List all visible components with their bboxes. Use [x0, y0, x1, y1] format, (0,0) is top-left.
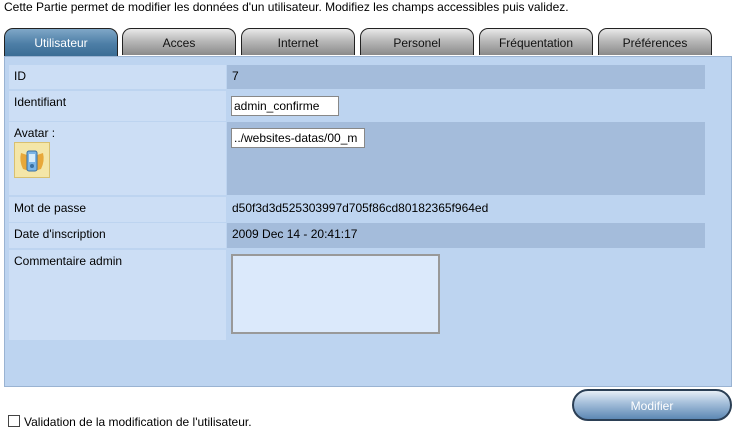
inscription-label: Date d'inscription [9, 223, 226, 248]
modify-button[interactable]: Modifier [572, 389, 732, 421]
id-value: 7 [227, 65, 705, 89]
validation-label: Validation de la modification de l'utili… [24, 415, 252, 429]
avatar-cell [227, 122, 705, 195]
validation-row: Validation de la modification de l'utili… [8, 415, 252, 429]
comment-cell [227, 250, 705, 340]
id-label: ID [9, 65, 226, 89]
tab-utilisateur[interactable]: Utilisateur [4, 28, 118, 56]
tab-preferences[interactable]: Préférences [598, 28, 712, 55]
comment-label: Commentaire admin [9, 250, 226, 340]
validation-checkbox[interactable] [8, 415, 20, 427]
tab-frequentation[interactable]: Fréquentation [479, 28, 593, 55]
avatar[interactable] [14, 142, 50, 178]
tab-bar: Utilisateur Acces Internet Personel Fréq… [4, 28, 732, 56]
user-form-panel: ID 7 Identifiant Avatar : Mot de passe d… [4, 56, 732, 387]
identifiant-input[interactable] [231, 96, 339, 116]
tab-personel[interactable]: Personel [360, 28, 474, 55]
avatar-path-input[interactable] [231, 128, 365, 148]
identifiant-cell [227, 91, 705, 121]
page-intro-text: Cette Partie permet de modifier les donn… [4, 0, 569, 14]
avatar-icon [15, 143, 49, 177]
inscription-value: 2009 Dec 14 - 20:41:17 [227, 223, 705, 248]
tab-internet[interactable]: Internet [241, 28, 355, 55]
tab-acces[interactable]: Acces [122, 28, 236, 55]
identifiant-label: Identifiant [9, 91, 226, 121]
comment-textarea[interactable] [231, 254, 440, 334]
avatar-label: Avatar : [14, 126, 56, 140]
avatar-label-cell: Avatar : [9, 122, 226, 195]
password-label: Mot de passe [9, 197, 226, 222]
password-value: d50f3d3d525303997d705f86cd80182365f964ed [227, 197, 705, 222]
